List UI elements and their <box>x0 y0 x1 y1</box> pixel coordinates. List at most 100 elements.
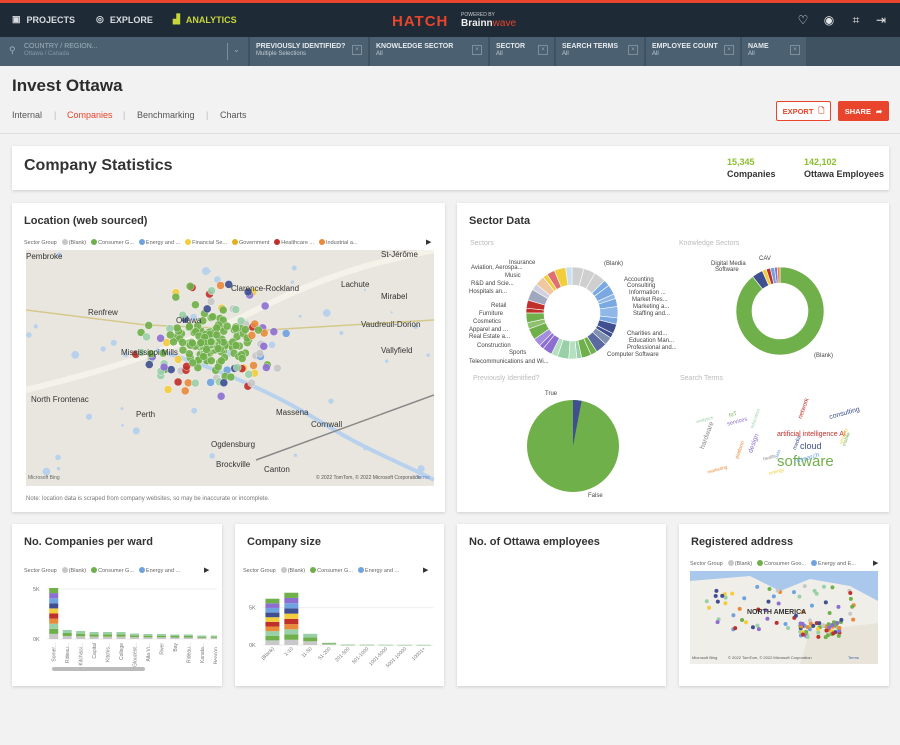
address-marker <box>809 603 814 608</box>
filter-search-terms[interactable]: SEARCH TERMS All × <box>556 37 644 66</box>
word-cloud-term[interactable]: consulting <box>829 406 861 421</box>
bar <box>156 634 166 639</box>
address-marker <box>791 590 796 595</box>
sectors-subtitle: Sectors <box>470 240 494 247</box>
word-cloud-term[interactable]: design <box>748 433 761 454</box>
location-card: Location (web sourced) Sector Group (Blan… <box>12 203 445 512</box>
legend-item[interactable]: Energy and ... <box>138 567 180 574</box>
clear-filter-icon[interactable]: × <box>790 45 800 55</box>
address-marker <box>816 634 821 639</box>
x-tick-label: Kitchissi... <box>79 643 85 666</box>
legend-swatch <box>319 239 325 245</box>
legend-item[interactable]: Energy and E... <box>811 560 856 567</box>
legend-item[interactable]: Government <box>232 239 269 246</box>
map-terms-link[interactable]: Terms <box>848 655 859 660</box>
legend-item[interactable]: Consumer G... <box>91 567 134 574</box>
map-terms-link[interactable]: Terms <box>416 475 430 481</box>
legend-item[interactable]: Healthcare ... <box>274 239 314 246</box>
tab-benchmarking[interactable]: Benchmarking <box>137 110 195 120</box>
legend-item[interactable]: Energy and ... <box>138 239 180 246</box>
donut-label: Retail <box>491 303 507 309</box>
bar-segment <box>284 592 299 598</box>
horizontal-scrollbar[interactable] <box>52 667 145 671</box>
share-button[interactable]: SHARE ➦ <box>838 101 889 121</box>
nav-projects[interactable]: ▣ PROJECTS <box>12 14 75 25</box>
address-map[interactable]: NORTH AMERICA Microsoft Bing © 2022 TomT… <box>690 571 878 664</box>
filter-sector[interactable]: SECTOR All × <box>490 37 554 66</box>
word-cloud-term[interactable]: education <box>749 408 761 429</box>
tab-companies[interactable]: Companies <box>67 110 113 120</box>
legend-next-icon[interactable]: ▶ <box>426 238 431 246</box>
address-marker <box>756 627 761 632</box>
company-location-marker <box>238 354 247 363</box>
legend-item[interactable]: Consumer G... <box>91 239 134 246</box>
nav-explore[interactable]: ◎ EXPLORE <box>96 14 153 25</box>
legend-next-icon[interactable]: ▶ <box>423 566 428 574</box>
legend-item[interactable]: (Blank) <box>727 560 752 567</box>
search-terms-subtitle: Search Terms <box>680 375 724 382</box>
legend-item[interactable]: Consumer Goo... <box>757 560 806 567</box>
legend-item[interactable]: (Blank) <box>61 239 86 246</box>
search-icon: ⚲ <box>9 45 16 55</box>
heart-icon[interactable]: ♡ <box>796 13 810 27</box>
bar-segment <box>49 603 59 609</box>
x-tick-label: Alta Vi... <box>146 643 152 662</box>
location-map[interactable]: PembrokeSt-JérômeGatineauClarence-Rockla… <box>26 250 434 486</box>
user-circle-icon[interactable]: ◉ <box>822 13 836 27</box>
legend-item[interactable]: Industrial a... <box>319 239 358 246</box>
nav-analytics[interactable]: ▟ ANALYTICS <box>173 14 237 25</box>
company-location-marker <box>188 358 198 368</box>
company-location-marker <box>173 323 182 333</box>
crop-icon[interactable]: ⌗ <box>849 13 863 27</box>
map-canvas <box>690 576 878 664</box>
word-cloud-term[interactable]: platform <box>734 441 746 460</box>
bar <box>183 634 193 639</box>
word-cloud-term[interactable]: marketing <box>707 464 728 474</box>
company-location-marker <box>231 305 241 314</box>
legend-item[interactable]: (Blank) <box>61 567 86 574</box>
x-tick-label: Gloucest... <box>133 643 139 667</box>
word-cloud-term[interactable]: artificial intelligence AI <box>777 431 846 438</box>
legend-item[interactable]: (Blank) <box>280 567 305 574</box>
legend-next-icon[interactable]: ▶ <box>873 559 878 567</box>
filter-employee-count[interactable]: EMPLOYEE COUNT All × <box>646 37 740 66</box>
company-size-card: Company size Sector Group (Blank) Consumer… <box>235 524 444 686</box>
address-marker <box>733 626 738 631</box>
bar <box>89 632 99 639</box>
word-cloud-term[interactable]: cloud <box>800 441 822 451</box>
legend-item[interactable]: Consumer G... <box>310 567 353 574</box>
clear-filter-icon[interactable]: × <box>472 45 482 55</box>
legend-item[interactable]: Energy and ... <box>357 567 399 574</box>
word-cloud-term[interactable]: network <box>797 398 811 421</box>
filter-previously-identified[interactable]: PREVIOUSLY IDENTIFIED? Multiple Selection… <box>250 37 368 66</box>
word-cloud-term[interactable]: hardware <box>699 421 715 450</box>
company-location-marker <box>184 378 193 388</box>
clear-filter-icon[interactable]: × <box>538 45 548 55</box>
clear-filter-icon[interactable]: × <box>628 45 638 55</box>
bar-segment <box>49 598 59 604</box>
ward-bar-chart: 0K 5K Somer... Rideau... Kitchissi... Capital… <box>33 587 217 667</box>
word-cloud-term[interactable]: health <box>763 454 776 462</box>
clear-filter-icon[interactable]: × <box>352 45 362 55</box>
legend-item[interactable]: Financial Se... <box>185 239 227 246</box>
word-cloud-term[interactable]: energy <box>768 467 784 477</box>
knowledge-sectors-subtitle: Knowledge Sectors <box>679 240 740 247</box>
address-marker <box>800 621 805 626</box>
filter-name[interactable]: NAME All × <box>742 37 806 66</box>
filter-knowledge-sector[interactable]: KNOWLEDGE SECTOR All × <box>370 37 488 66</box>
file-icon: 🗋 <box>818 105 825 115</box>
company-location-marker <box>142 332 151 342</box>
donut-label: Construction <box>477 343 511 349</box>
export-button[interactable]: EXPORT 🗋 <box>776 101 831 121</box>
clear-filter-icon[interactable]: × <box>724 45 734 55</box>
bar-segment <box>116 636 126 639</box>
tab-charts[interactable]: Charts <box>220 110 247 120</box>
company-location-marker <box>255 349 265 358</box>
legend-next-icon[interactable]: ▶ <box>204 566 209 574</box>
filter-country-region[interactable]: ⚲ COUNTRY / REGION... Ottawa / Canada ⌄ <box>0 37 248 66</box>
sign-in-icon[interactable]: ⇥ <box>874 13 888 27</box>
map-place-label: Brockville <box>216 460 251 469</box>
bar-segment <box>170 634 180 636</box>
tab-internal[interactable]: Internal <box>12 110 42 120</box>
chevron-down-icon[interactable]: ⌄ <box>233 45 240 54</box>
